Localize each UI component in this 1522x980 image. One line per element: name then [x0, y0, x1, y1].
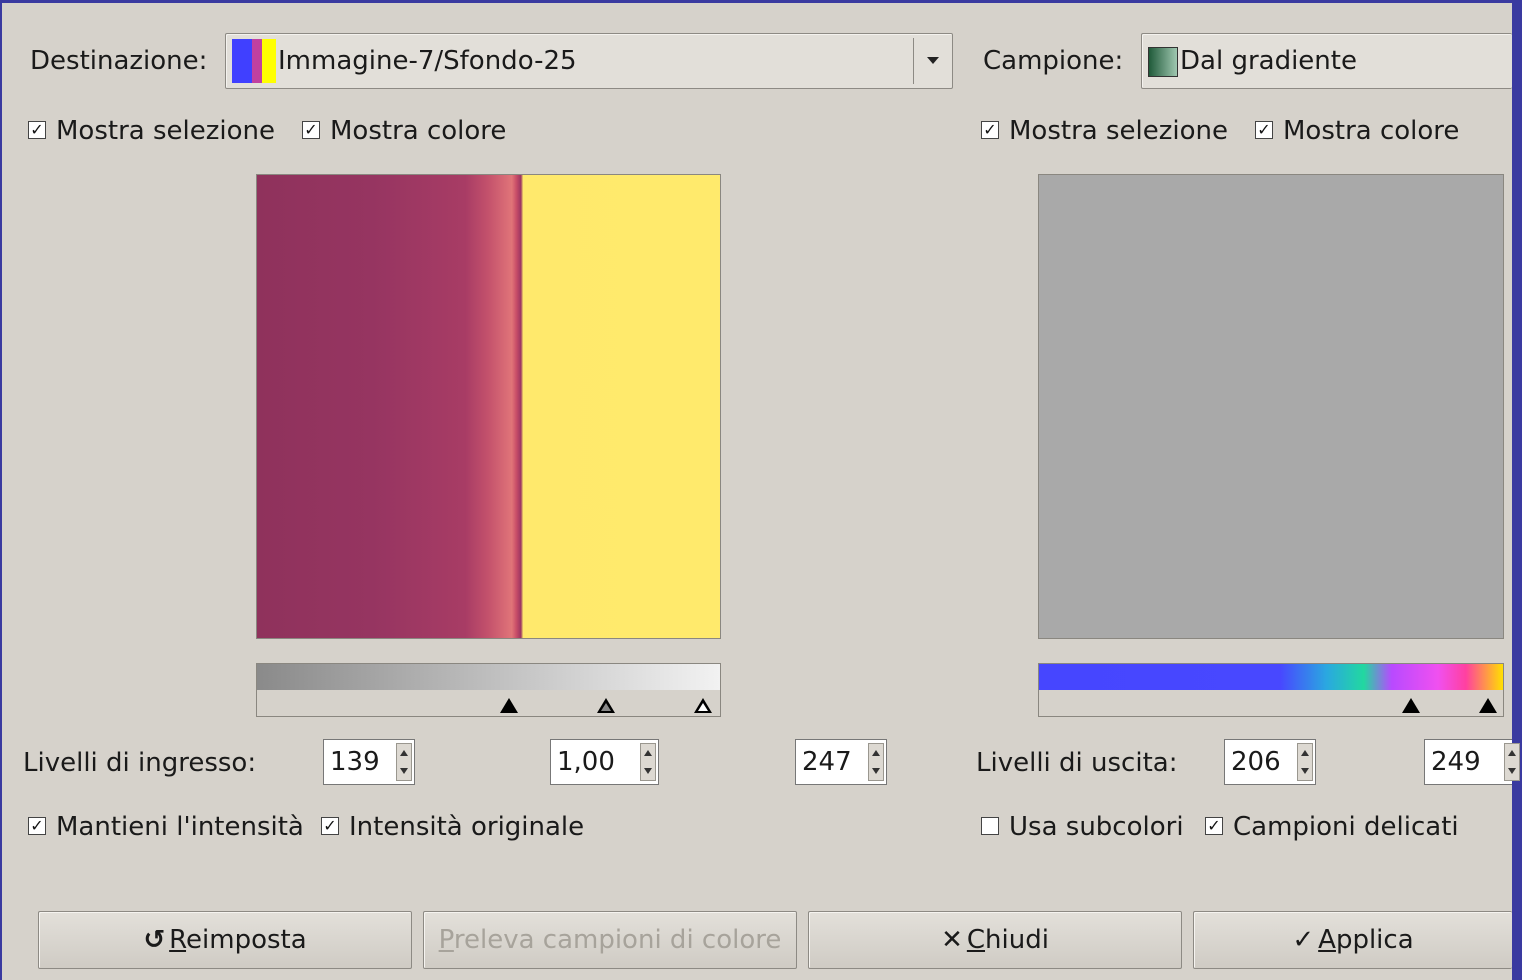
spin-arrows-icon[interactable]	[1297, 743, 1313, 781]
apply-button[interactable]: ✓ Applica	[1193, 911, 1512, 969]
spin-arrows-icon[interactable]	[1504, 743, 1520, 781]
spin-arrows-icon[interactable]	[640, 743, 656, 781]
destination-label: Destinazione:	[30, 46, 208, 76]
output-levels-label: Livelli di uscita:	[976, 748, 1178, 778]
layer-thumbnail-icon	[232, 39, 276, 83]
input-gradient-bar	[257, 664, 720, 690]
show-selection-right-checkbox[interactable]: ✓ Mostra selezione	[981, 116, 1228, 146]
input-low-spinbox[interactable]: 139	[323, 739, 415, 785]
gradient-swatch-icon	[1148, 47, 1178, 77]
spin-arrows-icon[interactable]	[868, 743, 884, 781]
pick-color-samples-button[interactable]: Preleva campioni di colore	[423, 911, 797, 969]
window-border-right	[1512, 0, 1522, 980]
original-intensity-checkbox[interactable]: ✓ Intensità originale	[321, 812, 584, 842]
input-levels-slider[interactable]	[256, 663, 721, 717]
reset-button[interactable]: ↺ Reimposta	[38, 911, 412, 969]
close-icon: ✕	[941, 925, 963, 955]
smooth-samples-checkbox[interactable]: ✓ Campioni delicati	[1205, 812, 1459, 842]
input-gamma-marker[interactable]	[597, 698, 615, 713]
output-high-marker[interactable]	[1479, 698, 1497, 713]
reset-icon: ↺	[143, 925, 166, 955]
spin-arrows-icon[interactable]	[396, 743, 412, 781]
close-button[interactable]: ✕ Chiudi	[808, 911, 1182, 969]
sample-preview	[1038, 174, 1504, 639]
sample-label: Campione:	[983, 46, 1124, 76]
show-selection-left-checkbox[interactable]: ✓ Mostra selezione	[28, 116, 275, 146]
input-low-marker[interactable]	[500, 698, 518, 713]
sample-combo[interactable]: Dal gradiente	[1141, 33, 1512, 89]
chevron-down-icon[interactable]	[913, 38, 952, 84]
input-gamma-spinbox[interactable]: 1,00	[550, 739, 659, 785]
output-low-marker[interactable]	[1402, 698, 1420, 713]
window-border-top	[0, 0, 1522, 3]
checkmark-icon: ✓	[1292, 925, 1315, 955]
use-subcolors-checkbox[interactable]: Usa subcolori	[981, 812, 1184, 842]
show-color-left-checkbox[interactable]: ✓ Mostra colore	[302, 116, 506, 146]
input-high-spinbox[interactable]: 247	[795, 739, 887, 785]
input-high-marker[interactable]	[694, 698, 712, 713]
window-border-left	[0, 0, 2, 980]
output-low-spinbox[interactable]: 206	[1224, 739, 1316, 785]
destination-preview	[256, 174, 721, 639]
destination-combo[interactable]: Immagine-7/Sfondo-25	[225, 33, 953, 89]
output-gradient-bar	[1039, 664, 1503, 690]
show-color-right-checkbox[interactable]: ✓ Mostra colore	[1255, 116, 1459, 146]
destination-value: Immagine-7/Sfondo-25	[278, 46, 577, 76]
keep-intensity-checkbox[interactable]: ✓ Mantieni l'intensità	[28, 812, 304, 842]
input-levels-label: Livelli di ingresso:	[23, 748, 257, 778]
output-levels-slider[interactable]	[1038, 663, 1504, 717]
output-high-spinbox[interactable]: 249	[1424, 739, 1520, 785]
sample-value: Dal gradiente	[1180, 46, 1357, 76]
